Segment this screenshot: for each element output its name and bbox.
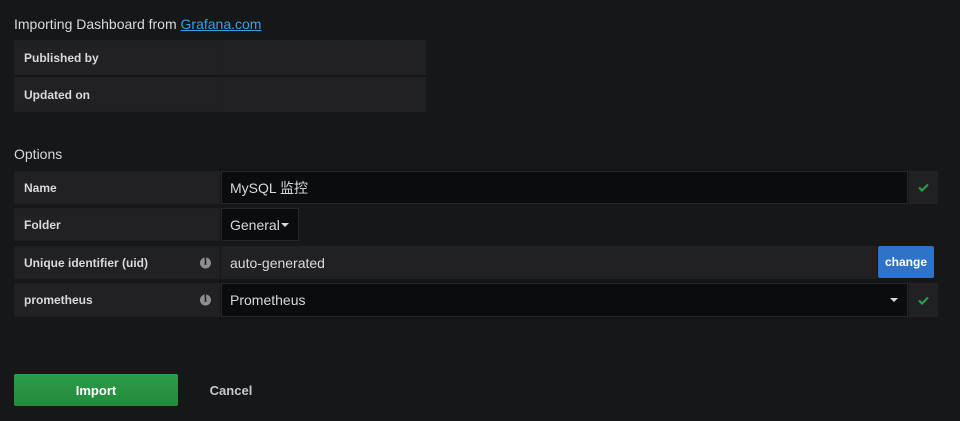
published-by-label-text: Published by bbox=[24, 50, 99, 65]
datasource-label-text: prometheus bbox=[24, 293, 93, 307]
check-icon bbox=[918, 183, 929, 192]
caret-down-icon bbox=[890, 298, 898, 302]
uid-label-text: Unique identifier (uid) bbox=[24, 255, 148, 270]
folder-label: Folder bbox=[14, 208, 220, 241]
change-uid-button[interactable]: change bbox=[878, 246, 934, 278]
cancel-button[interactable]: Cancel bbox=[200, 374, 262, 406]
folder-label-text: Folder bbox=[24, 217, 61, 232]
datasource-select-value: Prometheus bbox=[230, 292, 306, 308]
uid-input[interactable]: auto-generated bbox=[221, 246, 877, 279]
uid-label: Unique identifier (uid) i bbox=[14, 246, 220, 279]
name-valid-indicator bbox=[909, 171, 938, 204]
caret-down-icon bbox=[281, 222, 289, 227]
updated-on-label-text: Updated on bbox=[24, 87, 90, 102]
grafana-com-link[interactable]: Grafana.com bbox=[181, 16, 262, 32]
options-section-title: Options bbox=[14, 146, 63, 162]
datasource-label: prometheus i bbox=[14, 283, 220, 317]
info-circle-icon[interactable]: i bbox=[200, 294, 211, 306]
import-title-text: Importing Dashboard from bbox=[14, 16, 177, 32]
name-label: Name bbox=[14, 171, 220, 204]
published-by-label: Published by bbox=[14, 40, 222, 75]
import-button[interactable]: Import bbox=[14, 374, 178, 406]
folder-picker[interactable]: General bbox=[221, 208, 299, 241]
name-label-text: Name bbox=[24, 180, 57, 195]
import-dashboard-page: Importing Dashboard from Grafana.com Pub… bbox=[0, 0, 960, 421]
folder-picker-value: General bbox=[230, 216, 280, 233]
dashboard-name-input[interactable]: MySQL 监控 bbox=[221, 171, 908, 204]
import-title: Importing Dashboard from Grafana.com bbox=[14, 14, 261, 34]
uid-value: auto-generated bbox=[230, 254, 325, 271]
datasource-select[interactable]: Prometheus bbox=[221, 283, 908, 317]
info-circle-icon[interactable]: i bbox=[200, 257, 211, 268]
datasource-valid-indicator bbox=[909, 283, 938, 317]
check-icon bbox=[918, 296, 929, 305]
updated-on-value bbox=[222, 77, 426, 112]
published-by-value bbox=[222, 40, 426, 75]
dashboard-name-value: MySQL 监控 bbox=[230, 179, 309, 196]
updated-on-label: Updated on bbox=[14, 77, 222, 112]
